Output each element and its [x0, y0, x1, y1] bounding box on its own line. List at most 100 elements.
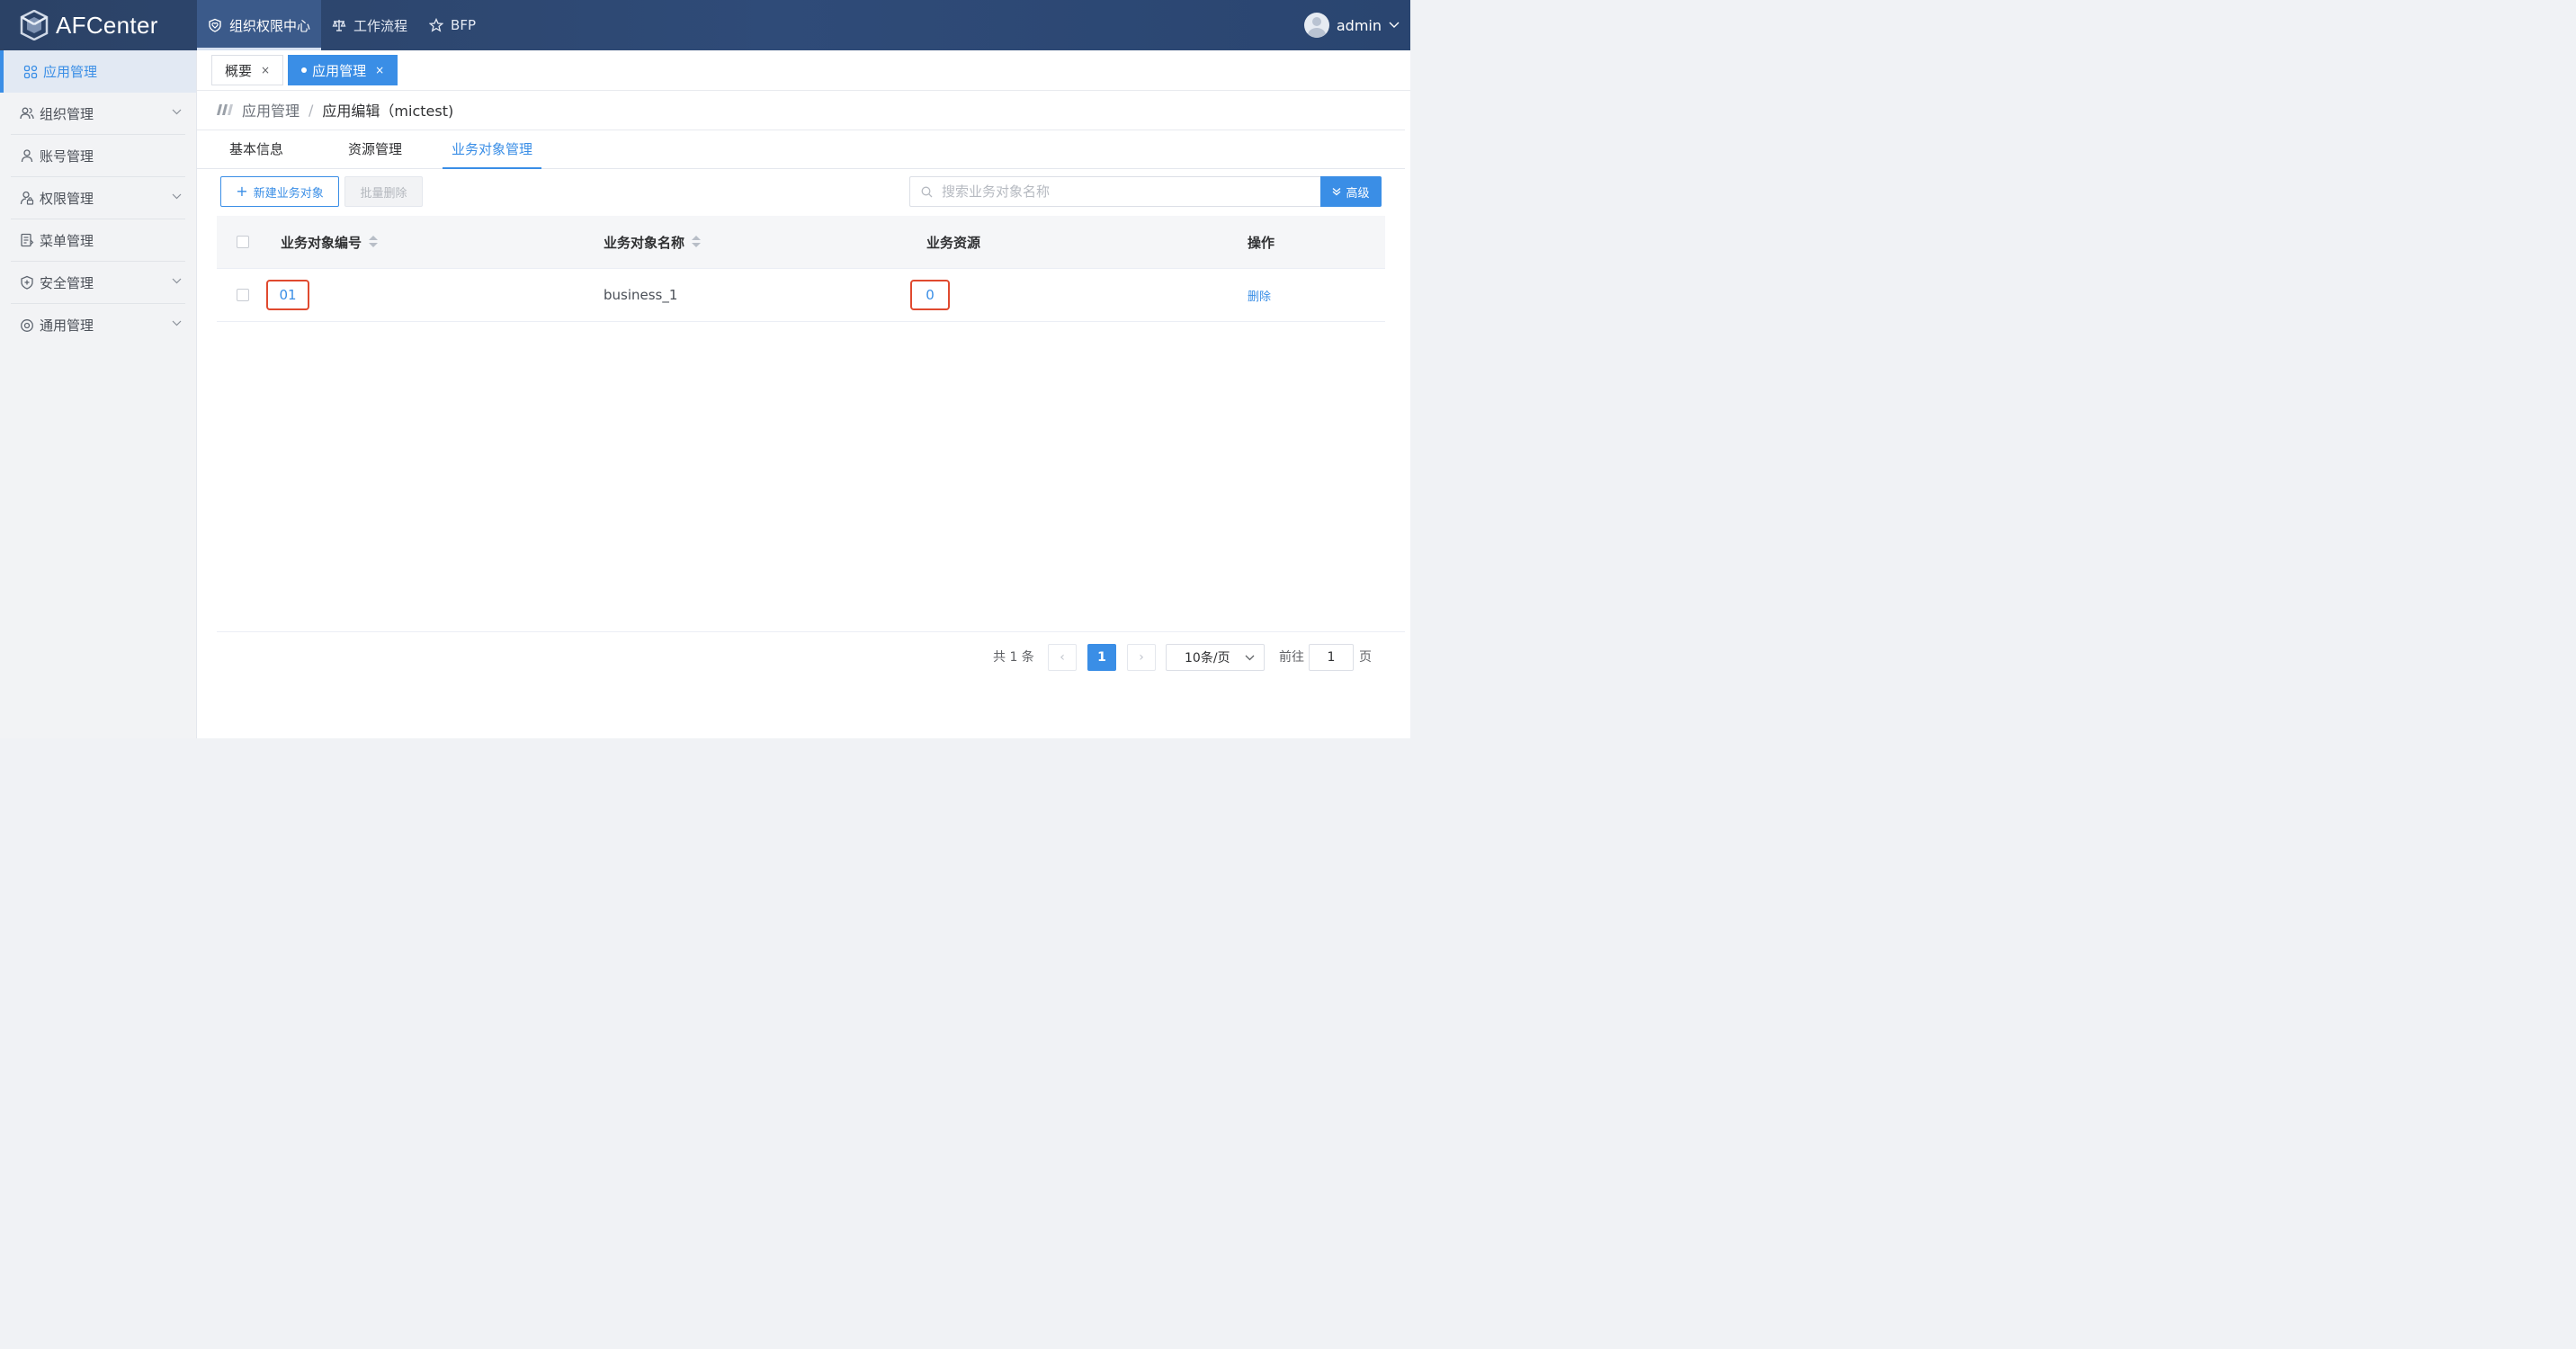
user-icon — [21, 149, 33, 163]
pagination-total: 共 1 条 — [993, 650, 1034, 665]
shield-heart-icon — [209, 18, 221, 32]
page-tab-label: 概要 — [225, 62, 253, 79]
divider — [217, 631, 1405, 632]
business-object-table: 业务对象编号 业务对象名称 业务资源 操作 01 business_1 0 删除 — [217, 216, 1385, 322]
topnav-label: BFP — [451, 17, 476, 33]
topnav-bfp[interactable]: BFP — [418, 0, 487, 50]
header-label: 业务资源 — [926, 234, 981, 251]
header-label: 业务对象编号 — [281, 234, 362, 251]
user-menu[interactable]: admin — [1303, 0, 1400, 50]
sidebar-item-label: 权限管理 — [40, 190, 94, 207]
topnav-workflow[interactable]: 工作流程 — [321, 0, 418, 50]
sidebar-item-label: 应用管理 — [43, 64, 98, 80]
topnav-label: 工作流程 — [353, 17, 408, 34]
page-size-value: 10条/页 — [1185, 651, 1230, 666]
close-icon[interactable]: × — [261, 64, 270, 76]
chevron-down-icon — [172, 109, 182, 115]
table-header: 业务对象编号 业务对象名称 业务资源 操作 — [217, 216, 1385, 269]
chevron-down-icon — [172, 278, 182, 284]
search-input[interactable] — [940, 183, 1294, 201]
header-code[interactable]: 业务对象编号 — [281, 216, 379, 268]
sidebar-item-label: 账号管理 — [40, 147, 94, 165]
batch-delete-button[interactable]: 批量删除 — [344, 176, 423, 207]
sort-icon[interactable] — [369, 236, 379, 248]
sidebar-item-account-management[interactable]: 账号管理 — [11, 135, 185, 177]
row-checkbox[interactable] — [237, 289, 249, 301]
search-icon — [921, 186, 933, 197]
shield-plus-icon — [21, 275, 33, 290]
row-select-cell — [237, 269, 249, 321]
cell-resource: 0 — [910, 269, 950, 321]
top-bar: AFCenter 组织权限中心 工作流程 BFP admin — [0, 0, 1410, 50]
main-content: 概要 × 应用管理 × 应用管理 / 应用编辑（mictest) 基本信息 资源… — [197, 50, 1410, 738]
page-tab-overview[interactable]: 概要 × — [211, 55, 284, 85]
sort-icon[interactable] — [692, 236, 702, 248]
advanced-search-button[interactable]: 高级 — [1320, 176, 1382, 207]
header-action: 操作 — [1248, 216, 1275, 268]
user-lock-icon — [20, 191, 34, 205]
sidebar-item-label: 通用管理 — [40, 317, 94, 334]
topnav-label: 组织权限中心 — [229, 17, 311, 34]
sidebar: 应用管理 组织管理 账号管理 权限管理 菜单管理 安全管理 通用管理 — [0, 50, 197, 738]
sidebar-item-menu-management[interactable]: 菜单管理 — [11, 219, 185, 262]
breadcrumb-parent[interactable]: 应用管理 — [242, 99, 300, 121]
header-label: 操作 — [1248, 234, 1275, 251]
double-chevron-down-icon — [1333, 188, 1341, 196]
prev-page-button[interactable]: ‹ — [1048, 644, 1077, 671]
sidebar-item-permission-management[interactable]: 权限管理 — [11, 177, 185, 219]
delete-link[interactable]: 删除 — [1248, 287, 1271, 304]
business-object-code-link[interactable]: 01 — [279, 287, 296, 303]
plus-icon: + — [236, 183, 248, 200]
goto-page-input[interactable] — [1309, 644, 1354, 671]
afcenter-logo-icon — [20, 10, 49, 40]
header-name[interactable]: 业务对象名称 — [604, 216, 702, 268]
avatar — [1303, 13, 1329, 38]
chevron-down-icon — [1389, 22, 1400, 28]
page-tab-app-management[interactable]: 应用管理 × — [288, 55, 398, 85]
top-nav: 组织权限中心 工作流程 BFP — [197, 0, 487, 50]
header-label: 业务对象名称 — [604, 234, 685, 251]
page-tab-label: 应用管理 — [312, 62, 367, 79]
button-label: 高级 — [1346, 186, 1370, 201]
chevron-down-icon — [1245, 655, 1255, 661]
sidebar-item-general-management[interactable]: 通用管理 — [11, 304, 185, 346]
page-number-current[interactable]: 1 — [1087, 644, 1116, 671]
username: admin — [1336, 16, 1382, 34]
sidebar-item-app-management[interactable]: 应用管理 — [0, 50, 196, 93]
sub-tabs: 基本信息 资源管理 业务对象管理 — [197, 130, 1405, 169]
tab-resource-management[interactable]: 资源管理 — [347, 130, 403, 168]
tab-basic-info[interactable]: 基本信息 — [228, 130, 284, 168]
cell-action: 删除 — [1248, 269, 1271, 321]
goto-label: 前往 — [1279, 650, 1304, 665]
select-all-cell — [237, 216, 249, 268]
page-size-select[interactable]: 10条/页 — [1166, 644, 1265, 671]
page-tabs-bar: 概要 × 应用管理 × — [197, 50, 1410, 91]
page-unit-label: 页 — [1359, 650, 1372, 665]
new-business-object-button[interactable]: + 新建业务对象 — [220, 176, 339, 207]
business-resource-link[interactable]: 0 — [926, 287, 935, 303]
cell-name: business_1 — [604, 287, 678, 303]
sidebar-item-label: 安全管理 — [40, 274, 94, 291]
grid-apps-icon — [23, 65, 38, 78]
logo[interactable]: AFCenter — [0, 0, 197, 50]
highlight-box: 01 — [266, 280, 309, 310]
breadcrumb-separator: / — [309, 101, 314, 119]
button-label: 新建业务对象 — [253, 186, 324, 201]
star-icon — [429, 18, 444, 32]
topnav-org-permission-center[interactable]: 组织权限中心 — [197, 0, 322, 50]
breadcrumb-current: 应用编辑（mictest) — [322, 103, 454, 120]
logo-text: AFCenter — [56, 11, 158, 39]
tab-business-object-management[interactable]: 业务对象管理 — [443, 130, 541, 169]
header-resource: 业务资源 — [926, 216, 980, 268]
sidebar-item-org-management[interactable]: 组织管理 — [11, 93, 185, 135]
close-icon[interactable]: × — [375, 64, 384, 76]
select-all-checkbox[interactable] — [237, 236, 249, 248]
chevron-down-icon — [172, 193, 182, 200]
next-page-button[interactable]: › — [1127, 644, 1156, 671]
cell-code: 01 — [266, 269, 309, 321]
menu-doc-icon — [21, 233, 34, 247]
highlight-box: 0 — [910, 280, 950, 310]
balance-scale-icon — [332, 20, 346, 31]
sidebar-item-security-management[interactable]: 安全管理 — [11, 262, 185, 304]
active-dot-icon — [301, 67, 308, 73]
